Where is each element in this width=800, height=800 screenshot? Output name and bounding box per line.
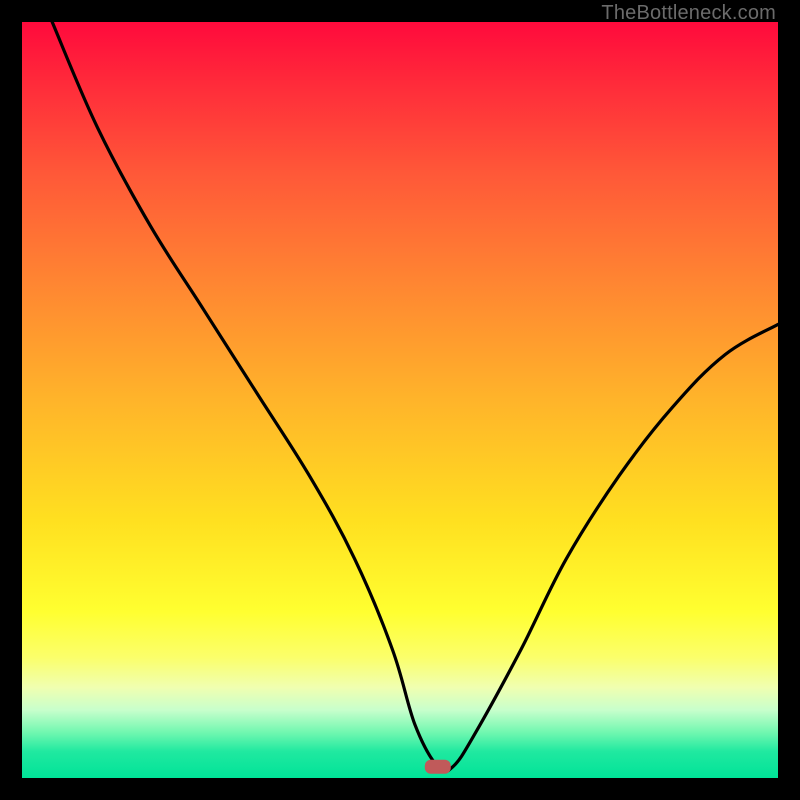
curve-layer [52,22,778,774]
bottleneck-curve [52,22,778,772]
watermark-text: TheBottleneck.com [601,2,776,25]
plot-area [22,22,778,778]
chart-svg [22,22,778,778]
chart-frame: TheBottleneck.com [0,0,800,800]
target-marker [425,760,451,774]
